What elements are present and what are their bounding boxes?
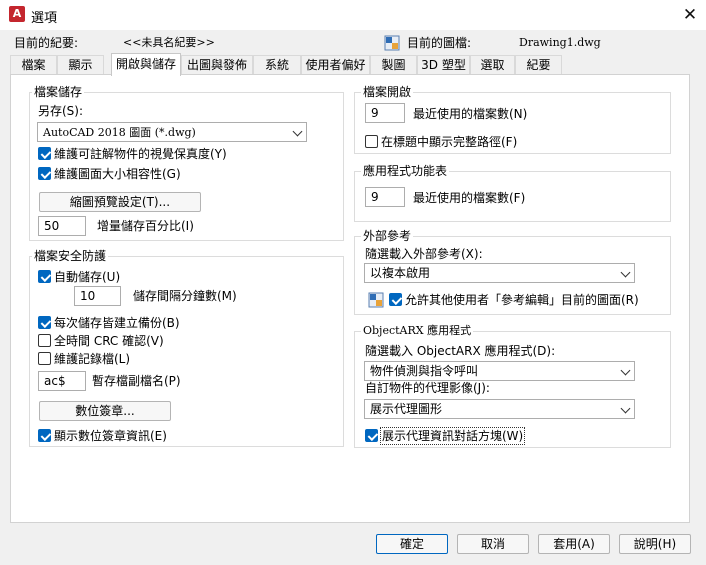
apply-button[interactable]: 套用(A) (538, 534, 610, 554)
title-bar (0, 0, 706, 30)
show-digital-signature-checkbox[interactable] (38, 429, 51, 442)
cancel-button[interactable]: 取消 (457, 534, 529, 554)
help-button[interactable]: 說明(H) (619, 534, 691, 554)
demand-load-arx-value: 物件偵測與指令呼叫 (370, 364, 479, 378)
allow-refedit-label: 允許其他使用者「參考編輯」目前的圖面(R) (405, 293, 639, 307)
demand-load-xrefs-select[interactable]: 以複本啟用 (364, 263, 635, 283)
autosave-minutes-input[interactable]: 10 (74, 286, 121, 306)
xref-edit-icon (368, 292, 384, 308)
maintain-visual-fidelity-label: 維護可註解物件的視覺保真度(Y) (54, 147, 227, 161)
tab-profiles[interactable]: 紀要 (515, 55, 562, 75)
create-backup-checkbox[interactable] (38, 316, 51, 329)
profile-value: <<未具名紀要>> (123, 36, 215, 49)
incremental-save-label: 增量儲存百分比(I) (97, 219, 194, 233)
recent-files-count-label: 最近使用的檔案數(N) (413, 107, 528, 121)
crc-validation-checkbox[interactable] (38, 334, 51, 347)
proxy-images-label: 自訂物件的代理影像(J): (365, 381, 490, 395)
chevron-down-icon (292, 126, 303, 137)
profile-label: 目前的紀要: (14, 36, 79, 50)
saveas-label: 另存(S): (38, 104, 84, 118)
saveas-select[interactable]: AutoCAD 2018 圖面 (*.dwg) (37, 122, 307, 142)
autosave-label: 自動儲存(U) (54, 270, 121, 284)
menu-recent-files-input[interactable]: 9 (365, 187, 405, 207)
full-path-in-title-checkbox[interactable] (365, 135, 378, 148)
allow-refedit-checkbox[interactable] (389, 293, 402, 306)
proxy-images-select[interactable]: 展示代理圖形 (364, 399, 635, 419)
file-open-group-label: 檔案開啟 (361, 85, 414, 99)
tab-selection[interactable]: 選取 (470, 55, 515, 75)
temp-extension-input[interactable]: ac$ (38, 371, 86, 391)
thumbnail-preview-settings-button[interactable]: 縮圖預覽設定(T)... (39, 192, 201, 212)
autosave-checkbox[interactable] (38, 270, 51, 283)
xref-group-label: 外部參考 (361, 229, 414, 243)
tab-system[interactable]: 系統 (253, 55, 301, 75)
menu-recent-files-label: 最近使用的檔案數(F) (413, 191, 526, 205)
tab-plot-publish[interactable]: 出圖與發佈 (181, 55, 253, 75)
demand-load-arx-select[interactable]: 物件偵測與指令呼叫 (364, 361, 635, 381)
chevron-down-icon (620, 267, 631, 278)
chevron-down-icon (620, 403, 631, 414)
maintain-drawing-size-label: 維護圖面大小相容性(G) (54, 167, 181, 181)
demand-load-xrefs-value: 以複本啟用 (370, 266, 431, 280)
show-proxy-dialog-label: 展示代理資訊對話方塊(W) (380, 427, 526, 445)
show-digital-signature-label: 顯示數位簽章資訊(E) (54, 429, 167, 443)
chevron-down-icon (620, 365, 631, 376)
proxy-images-value: 展示代理圖形 (370, 402, 443, 416)
application-menu-group-label: 應用程式功能表 (361, 164, 450, 178)
recent-files-count-input[interactable]: 9 (365, 103, 405, 123)
maintain-visual-fidelity-checkbox[interactable] (38, 147, 51, 160)
tab-display[interactable]: 顯示 (57, 55, 104, 75)
demand-load-arx-label: 隨選載入 ObjectARX 應用程式(D): (365, 344, 556, 358)
drawing-value: Drawing1.dwg (519, 36, 601, 49)
drawing-file-icon (384, 35, 400, 51)
saveas-select-value: AutoCAD 2018 圖面 (*.dwg) (43, 126, 196, 139)
tab-files[interactable]: 檔案 (10, 55, 57, 75)
crc-validation-label: 全時間 CRC 確認(V) (54, 334, 164, 348)
tab-drafting[interactable]: 製圖 (370, 55, 417, 75)
maintain-log-label: 維護記錄檔(L) (54, 352, 131, 366)
tab-open-save[interactable]: 開啟與儲存 (111, 53, 181, 76)
temp-extension-label: 暫存檔副檔名(P) (92, 374, 181, 388)
objectarx-group-label: ObjectARX 應用程式 (361, 324, 474, 338)
create-backup-label: 每次儲存皆建立備份(B) (54, 316, 180, 330)
maintain-log-checkbox[interactable] (38, 352, 51, 365)
file-safety-group-label: 檔案安全防護 (32, 249, 109, 263)
incremental-save-input[interactable]: 50 (38, 216, 86, 236)
tab-strip: 檔案 顯示 開啟與儲存 出圖與發佈 系統 使用者偏好 製圖 3D 塑型 選取 紀… (10, 53, 570, 76)
maintain-drawing-size-checkbox[interactable] (38, 167, 51, 180)
file-save-group-label: 檔案儲存 (32, 85, 85, 99)
demand-load-xrefs-label: 隨選載入外部參考(X): (365, 247, 483, 261)
full-path-in-title-label: 在標題中顯示完整路徑(F) (381, 135, 518, 149)
drawing-label: 目前的圖檔: (407, 36, 472, 50)
ok-button[interactable]: 確定 (376, 534, 448, 554)
autosave-minutes-label: 儲存間隔分鐘數(M) (133, 289, 237, 303)
tab-3d-modeling[interactable]: 3D 塑型 (417, 55, 470, 75)
digital-signatures-button[interactable]: 數位簽章... (39, 401, 171, 421)
tab-user-preferences[interactable]: 使用者偏好 (301, 55, 370, 75)
close-icon[interactable]: ✕ (680, 5, 700, 25)
show-proxy-dialog-checkbox[interactable] (365, 429, 378, 442)
autocad-app-icon: A (9, 6, 25, 22)
tab-panel-open-save: 檔案儲存 另存(S): AutoCAD 2018 圖面 (*.dwg) 維護可註… (10, 74, 690, 523)
window-title: 選項 (31, 11, 58, 26)
